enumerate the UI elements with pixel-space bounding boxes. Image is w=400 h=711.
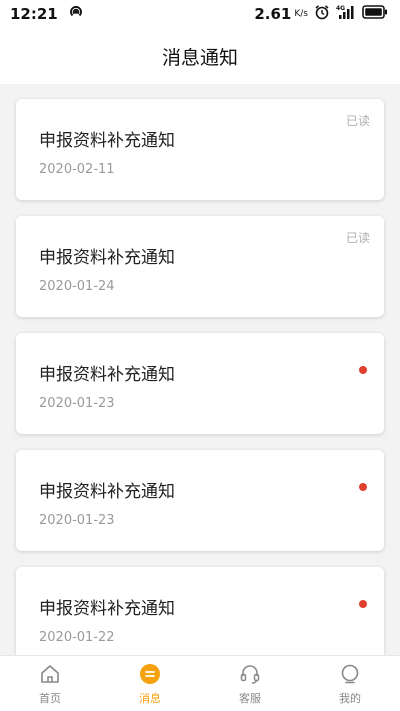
unread-dot-icon (359, 366, 367, 374)
message-date: 2020-01-23 (39, 396, 115, 411)
message-title: 申报资料补充通知 (39, 131, 175, 151)
message-title: 申报资料补充通知 (39, 248, 175, 268)
tab-profile[interactable]: 我的 (300, 656, 400, 711)
tab-messages[interactable]: 消息 (100, 656, 200, 711)
tab-service[interactable]: 客服 (200, 656, 300, 711)
message-title: 申报资料补充通知 (39, 599, 175, 619)
message-date: 2020-01-24 (39, 279, 115, 294)
alarm-icon (314, 4, 330, 24)
tab-profile-label: 我的 (339, 691, 361, 705)
message-title: 申报资料补充通知 (39, 365, 175, 385)
hotspot-icon (68, 4, 84, 24)
profile-icon (338, 662, 362, 686)
message-date: 2020-02-11 (39, 162, 115, 177)
tab-messages-label: 消息 (139, 691, 161, 705)
message-card[interactable]: 申报资料补充通知 2020-01-23 (16, 450, 384, 551)
home-icon (38, 662, 62, 686)
tab-home[interactable]: 首页 (0, 656, 100, 711)
read-status-badge: 已读 (345, 231, 370, 245)
message-card[interactable]: 申报资料补充通知 2020-01-22 (16, 567, 384, 655)
message-icon (138, 662, 162, 686)
unread-dot-icon (359, 483, 367, 491)
page-header: 消息通知 (0, 28, 400, 84)
headset-icon (238, 662, 262, 686)
tab-service-label: 客服 (239, 691, 261, 705)
message-card[interactable]: 申报资料补充通知 2020-01-23 (16, 333, 384, 434)
status-bar: 12:21 2.61 K/s 4G (0, 0, 400, 28)
message-date: 2020-01-22 (39, 630, 115, 645)
network-speed: 2.61 (254, 5, 292, 23)
message-card[interactable]: 申报资料补充通知 2020-01-24 已读 (16, 216, 384, 317)
message-card[interactable]: 申报资料补充通知 2020-02-11 已读 (16, 99, 384, 200)
message-date: 2020-01-23 (39, 513, 115, 528)
page-title: 消息通知 (161, 46, 238, 69)
status-time: 12:21 (10, 5, 58, 23)
network-type-label: 4G (336, 5, 345, 12)
battery-icon (362, 5, 388, 23)
signal-icon: 4G (336, 4, 356, 24)
message-list[interactable]: 申报资料补充通知 2020-02-11 已读 申报资料补充通知 2020-01-24 已读… (0, 84, 400, 655)
tab-home-label: 首页 (39, 691, 61, 705)
network-speed-unit: K/s (294, 8, 308, 19)
read-status-badge: 已读 (345, 114, 370, 128)
unread-dot-icon (359, 600, 367, 608)
bottom-tab-bar: 首页 消息 客服 我的 (0, 655, 400, 711)
message-title: 申报资料补充通知 (39, 482, 175, 502)
